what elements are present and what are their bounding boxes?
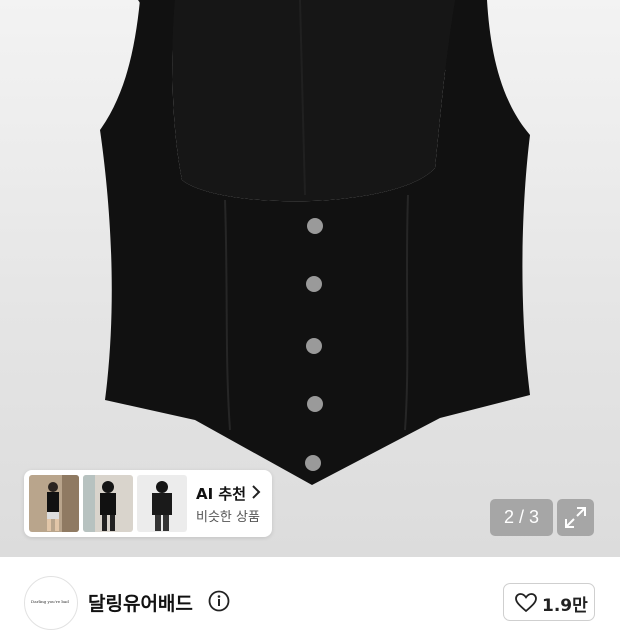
ai-recommend-card[interactable]: AI 추천 비슷한 상품: [24, 470, 272, 537]
like-button[interactable]: 1.9만: [503, 583, 595, 621]
recommend-thumbnail[interactable]: [29, 475, 79, 532]
shop-name[interactable]: 달링유어배드: [88, 589, 193, 616]
vest-button: [306, 276, 322, 292]
ai-recommend-subtitle: 비슷한 상품: [196, 510, 260, 525]
info-icon[interactable]: [208, 590, 230, 612]
shop-logo-text: Darling you're bad: [31, 599, 69, 604]
image-counter: 2 / 3: [490, 499, 553, 536]
vest-button: [306, 338, 322, 354]
heart-icon: [515, 593, 537, 612]
vest-button: [307, 218, 323, 234]
like-count: 1.9만: [542, 596, 588, 616]
recommend-thumbnail[interactable]: [83, 475, 133, 532]
vest-button: [305, 455, 321, 471]
shop-logo[interactable]: Darling you're bad: [24, 576, 78, 630]
chevron-right-icon: [252, 485, 261, 499]
expand-icon: [565, 507, 586, 528]
recommend-thumbnail[interactable]: [137, 475, 187, 532]
ai-recommend-title: AI 추천: [196, 485, 247, 503]
expand-button[interactable]: [557, 499, 594, 536]
vest-button: [307, 396, 323, 412]
